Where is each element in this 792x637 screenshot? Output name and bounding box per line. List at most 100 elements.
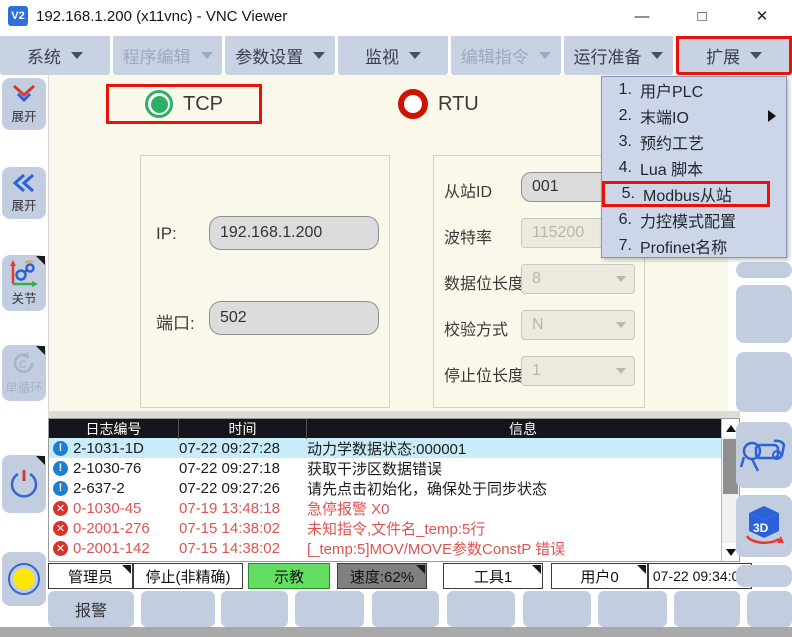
log-id: 0-1030-45: [73, 500, 141, 517]
chevron-down-icon: [201, 52, 213, 59]
tcp-radio-selected[interactable]: [145, 90, 173, 118]
window-title: 192.168.1.200 (x11vnc) - VNC Viewer: [36, 8, 287, 25]
right-panel-button-1[interactable]: [736, 285, 792, 343]
menu-run-prepare[interactable]: 运行准备: [564, 36, 674, 75]
parity-value: N: [532, 316, 544, 334]
menu-item-force-control[interactable]: 6.力控模式配置: [602, 207, 786, 233]
log-col-time: 时间: [179, 419, 307, 439]
menu-item-end-io[interactable]: 2.末端IO: [602, 103, 786, 129]
stopbits-select: 1: [521, 356, 635, 386]
menu-system[interactable]: 系统: [0, 36, 110, 75]
parity-label: 校验方式: [444, 316, 508, 340]
tab-blank-3[interactable]: [295, 591, 364, 627]
menu-item-profinet-name[interactable]: 7.Profinet名称: [602, 233, 786, 259]
menu-item-modbus-slave[interactable]: 5.Modbus从站: [602, 181, 770, 207]
status-tool[interactable]: 工具1: [443, 563, 543, 589]
teach-pendant-button[interactable]: [736, 422, 792, 488]
status-user-frame[interactable]: 用户0: [551, 563, 648, 589]
log-message: 请先点击初始化，确保处于同步状态: [307, 478, 739, 499]
maximize-button[interactable]: □: [672, 0, 732, 32]
right-panel-button-partial-2[interactable]: [736, 565, 792, 587]
log-id: 0-2001-276: [73, 520, 150, 537]
minimize-button[interactable]: —: [612, 0, 672, 32]
svg-text:3D: 3D: [753, 521, 769, 535]
title-bar: V2 192.168.1.200 (x11vnc) - VNC Viewer —…: [0, 0, 792, 32]
menu-item-lua-script[interactable]: 4.Lua 脚本: [602, 155, 786, 181]
log-row[interactable]: !2-637-2 07-22 09:27:26 请先点击初始化，确保处于同步状态: [49, 478, 739, 498]
error-icon: ✕: [53, 501, 68, 516]
sidebar-power-button[interactable]: [2, 455, 46, 513]
tab-blank-4[interactable]: [372, 591, 439, 627]
chevron-down-icon: [313, 52, 325, 59]
menu-item-reserved-process[interactable]: 3.预约工艺: [602, 129, 786, 155]
port-input[interactable]: 502: [209, 301, 379, 335]
tab-alarm[interactable]: 报警: [48, 591, 134, 627]
menu-monitor[interactable]: 监视: [338, 36, 448, 75]
log-id: 0-2001-142: [73, 540, 150, 557]
tab-blank-9[interactable]: [747, 591, 792, 627]
info-icon: !: [53, 461, 68, 476]
ip-label: IP:: [156, 224, 177, 244]
menu-monitor-label: 监视: [365, 43, 399, 68]
menu-program-edit-label: 程序编辑: [123, 43, 191, 68]
tab-blank-1[interactable]: [141, 591, 215, 627]
sidebar-expand-down-button[interactable]: 展开: [2, 78, 46, 130]
window-bottom-strip: [0, 627, 792, 637]
status-speed[interactable]: 速度:62%: [337, 563, 427, 589]
menu-item-number: 4.: [602, 159, 640, 177]
info-icon: !: [53, 441, 68, 456]
sidebar-expand-left-label: 展开: [11, 195, 36, 214]
sidebar-single-cycle-label: 单循环: [5, 377, 43, 396]
error-icon: [53, 561, 68, 563]
menu-item-user-plc[interactable]: 1.用户PLC: [602, 77, 786, 103]
single-cycle-icon: C: [10, 350, 38, 376]
sidebar-expand-left-button[interactable]: 展开: [2, 167, 46, 219]
log-row[interactable]: !2-1031-1D 07-22 09:27:28 动力学数据状态:000001: [49, 438, 739, 458]
log-col-id: 日志编号: [49, 419, 179, 439]
rtu-radio-unselected[interactable]: [398, 89, 428, 119]
ip-input[interactable]: 192.168.1.200: [209, 216, 379, 250]
log-time: 07-15 14:38:02: [179, 540, 307, 557]
tab-blank-6[interactable]: [523, 591, 591, 627]
log-row[interactable]: ✕0-2001-276 07-15 14:38:02 未知指令,文件名_temp…: [49, 518, 739, 538]
tab-blank-8[interactable]: [674, 591, 740, 627]
info-icon: !: [53, 481, 68, 496]
extension-dropdown-menu: 1.用户PLC 2.末端IO 3.预约工艺 4.Lua 脚本 5.Modbus从…: [601, 76, 787, 258]
tab-blank-7[interactable]: [598, 591, 667, 627]
radio-dot: [151, 96, 168, 113]
right-panel-button-partial[interactable]: [736, 262, 792, 278]
chevron-down-icon: [651, 52, 663, 59]
menu-item-label: 末端IO: [640, 104, 689, 128]
right-panel-button-2[interactable]: [736, 352, 792, 412]
menu-extension-label: 扩展: [706, 43, 740, 68]
log-time: 07-19 13:48:18: [179, 500, 307, 517]
log-row[interactable]: ✕0-1030-45 07-19 13:48:18 急停报警 X0: [49, 498, 739, 518]
chevron-right-icon: [768, 110, 776, 122]
chevron-down-icon: [616, 368, 626, 374]
vnc-viewer-window: V2 192.168.1.200 (x11vnc) - VNC Viewer —…: [0, 0, 792, 637]
menu-parameter-settings[interactable]: 参数设置: [225, 36, 335, 75]
chevrons-left-icon: [11, 172, 37, 194]
log-row[interactable]: !2-1030-76 07-22 09:27:18 获取干涉区数据错误: [49, 458, 739, 478]
menu-item-number: 6.: [602, 211, 640, 229]
view-3d-button[interactable]: 3D: [736, 495, 792, 557]
status-role[interactable]: 管理员: [48, 563, 133, 589]
status-teach-mode[interactable]: 示教: [248, 563, 330, 589]
log-row[interactable]: ✕0-2001-142 07-15 14:38:02 [_temp:5]MOV/…: [49, 538, 739, 558]
menu-bar: 系统 程序编辑 参数设置 监视 编辑指令 运行准备 扩展: [0, 36, 792, 75]
error-icon: ✕: [53, 521, 68, 536]
tab-blank-5[interactable]: [447, 591, 515, 627]
menu-extension[interactable]: 扩展: [676, 36, 792, 75]
sidebar-joint-button[interactable]: 关节: [2, 255, 46, 311]
sidebar-joint-label: 关节: [11, 288, 36, 307]
log-id: 2-637-2: [73, 480, 125, 497]
sidebar-expand-down-label: 展开: [11, 106, 36, 125]
tab-blank-2[interactable]: [221, 591, 288, 627]
menu-program-edit: 程序编辑: [113, 36, 223, 75]
vnc-logo-icon: V2: [8, 6, 28, 26]
sidebar-deadman-button[interactable]: [2, 552, 46, 606]
port-label: 端口:: [156, 309, 195, 334]
menu-item-label: 力控模式配置: [640, 208, 736, 232]
close-button[interactable]: ✕: [732, 0, 792, 32]
log-message: 动力学数据状态:000001: [307, 438, 739, 459]
